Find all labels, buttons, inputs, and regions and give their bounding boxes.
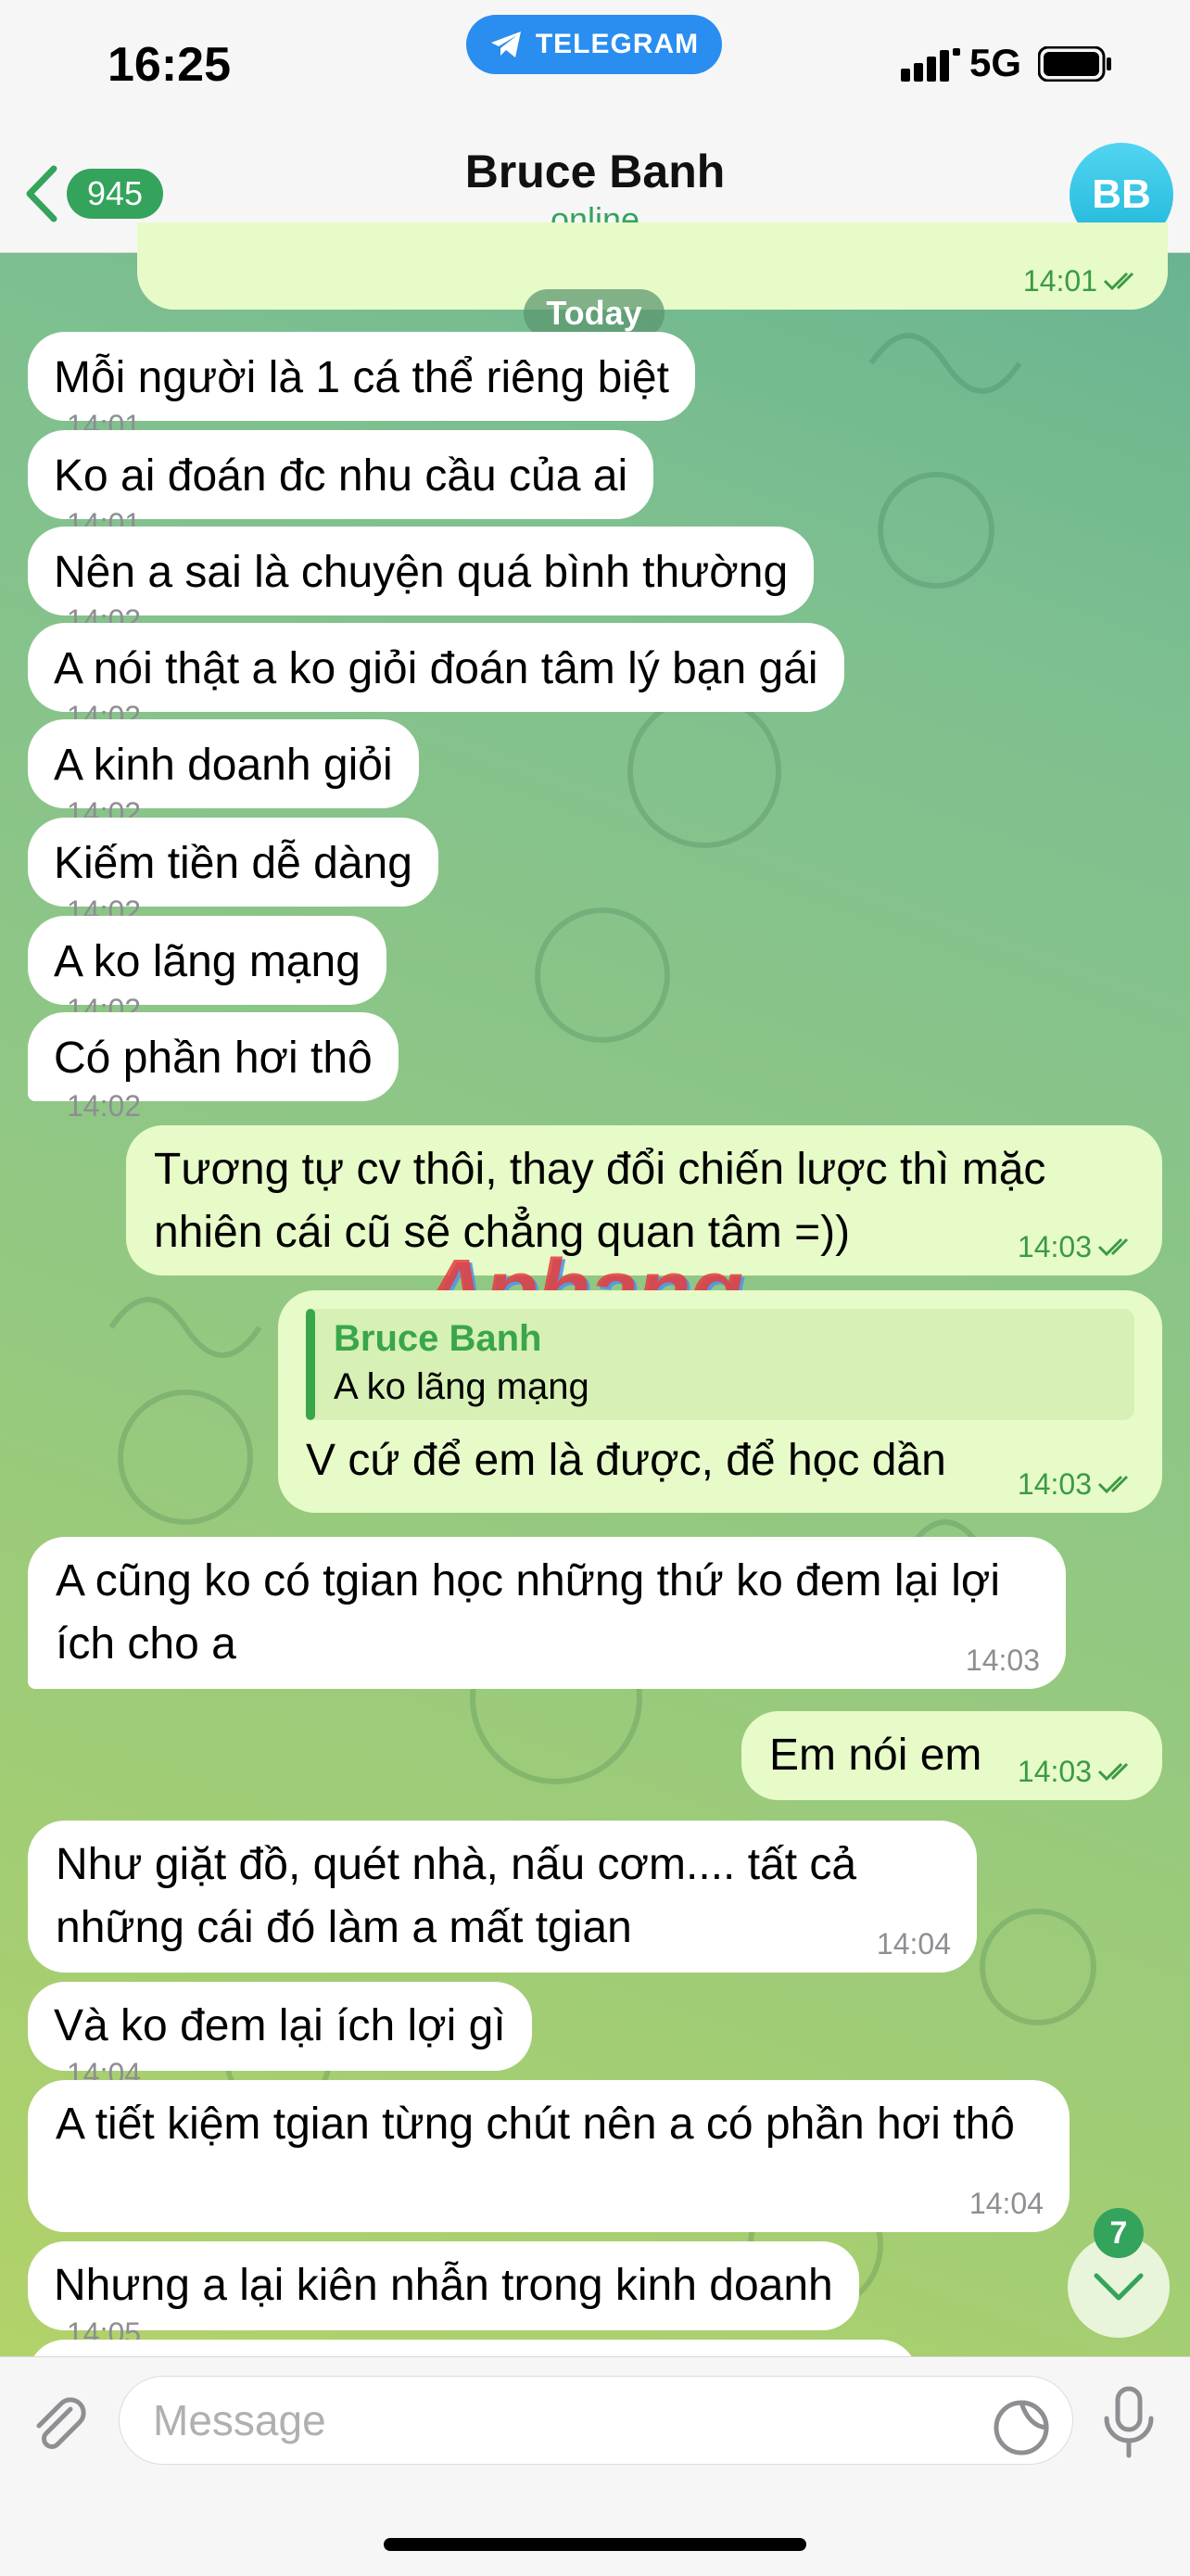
status-time: 16:25 <box>108 38 231 92</box>
reply-quote[interactable]: Bruce Banh A ko lãng mạng <box>306 1309 1134 1420</box>
message-text: Ko ai đoán đc nhu cầu của ai <box>54 451 628 501</box>
message-bubble-outgoing[interactable]: Em nói em 14:03 <box>741 1711 1162 1800</box>
message-text: Kiếm tiền dễ dàng <box>54 839 412 888</box>
message-bubble[interactable]: Mỗi người là 1 cá thể riêng biệt 14:01 <box>28 332 695 441</box>
reply-author: Bruce Banh <box>334 1318 542 1359</box>
double-check-icon <box>1097 1475 1129 1494</box>
message-text: A cũng ko có tgian học những thứ ko đem … <box>56 1556 1000 1669</box>
message-input[interactable]: Message <box>119 2376 1073 2465</box>
message-time: 14:03 <box>1017 1755 1092 1788</box>
message-text: A nói thật a ko giỏi đoán tâm lý bạn gái <box>54 644 818 693</box>
message-bubble[interactable]: A kinh doanh giỏi 14:02 <box>28 719 419 829</box>
message-time: 14:03 <box>1017 1467 1092 1501</box>
double-check-icon <box>1097 1237 1129 1257</box>
message-text: Mỗi người là 1 cá thể riêng biệt <box>54 353 669 402</box>
telegram-icon <box>490 32 521 57</box>
reply-text: A ko lãng mạng <box>334 1366 589 1407</box>
telegram-pill[interactable]: TELEGRAM <box>466 15 722 74</box>
message-text: Có phần hơi thô <box>54 1034 373 1083</box>
message-bubble[interactable]: A nói thật a ko giỏi đoán tâm lý bạn gái… <box>28 623 844 732</box>
message-meta: 14:01 <box>1023 265 1142 297</box>
message-bubble[interactable]: Nhưng a lại kiên nhẫn trong kinh doanh 14… <box>28 2241 859 2349</box>
message-time: 14:03 <box>1017 1230 1092 1263</box>
message-meta: 14:03 <box>1018 1756 1136 1787</box>
paperclip-icon[interactable] <box>26 2391 91 2455</box>
microphone-icon[interactable] <box>1099 2385 1158 2459</box>
message-meta: 14:03 <box>1018 1231 1136 1263</box>
message-bubble[interactable]: Có phần hơi thô 14:02 <box>28 1012 399 1122</box>
message-time: 14:03 <box>965 1643 1040 1677</box>
message-text: Và ko đem lại ích lợi gì <box>54 2001 506 2050</box>
message-meta: 14:03 <box>1018 1468 1136 1500</box>
double-check-icon <box>1097 1762 1129 1782</box>
message-text: A ko lãng mạng <box>54 937 361 986</box>
message-text: Nhưng a lại kiên nhẫn trong kinh doanh <box>54 2261 833 2310</box>
message-bubble[interactable]: A tiết kiệm tgian từng chút nên a có phầ… <box>28 2080 1070 2232</box>
message-bubble[interactable]: Như giặt đồ, quét nhà, nấu cơm.... tất c… <box>28 1821 977 1973</box>
contact-name[interactable]: Bruce Banh <box>0 145 1190 198</box>
message-bubble[interactable]: Kiếm tiền dễ dàng 14:02 <box>28 818 438 927</box>
message-time: 14:04 <box>968 2187 1044 2220</box>
message-bubble[interactable]: Và ko đem lại ích lợi gì 14:04 <box>28 1982 532 2089</box>
double-check-icon <box>1103 272 1134 291</box>
message-time: 14:04 <box>876 1927 951 1961</box>
chevron-down-icon <box>1094 2273 1144 2301</box>
reply-bar <box>306 1309 315 1420</box>
date-separator: Today <box>524 289 665 337</box>
signal-icon <box>901 48 960 82</box>
network-type: 5G <box>969 41 1022 84</box>
telegram-pill-label: TELEGRAM <box>535 29 700 59</box>
message-text: A kinh doanh giỏi <box>54 741 393 790</box>
message-time: 14:01 <box>1022 264 1097 298</box>
message-bubble[interactable]: A ko lãng mạng 14:02 <box>28 916 386 1025</box>
status-bar: 16:25 TELEGRAM 5G <box>0 0 1190 139</box>
message-text: Nên a sai là chuyện quá bình thường <box>54 548 789 597</box>
scroll-unread-badge: 7 <box>1094 2208 1144 2258</box>
message-bubble[interactable]: Nên a sai là chuyện quá bình thường 14:02 <box>28 527 815 636</box>
message-bubble[interactable]: A cũng ko có tgian học những thứ ko đem … <box>28 1537 1066 1689</box>
home-indicator <box>384 2538 806 2551</box>
sticker-icon[interactable] <box>992 2398 1051 2457</box>
message-bubble[interactable]: Ko ai đoán đc nhu cầu của ai 14:01 <box>28 430 654 539</box>
message-text: A tiết kiệm tgian từng chút nên a có phầ… <box>56 2100 1015 2149</box>
message-text: V cứ để em là được, để học dần <box>306 1436 946 1485</box>
battery-icon <box>1038 46 1111 82</box>
message-text: Như giặt đồ, quét nhà, nấu cơm.... tất c… <box>56 1840 857 1952</box>
message-time: 14:02 <box>67 1089 142 1123</box>
